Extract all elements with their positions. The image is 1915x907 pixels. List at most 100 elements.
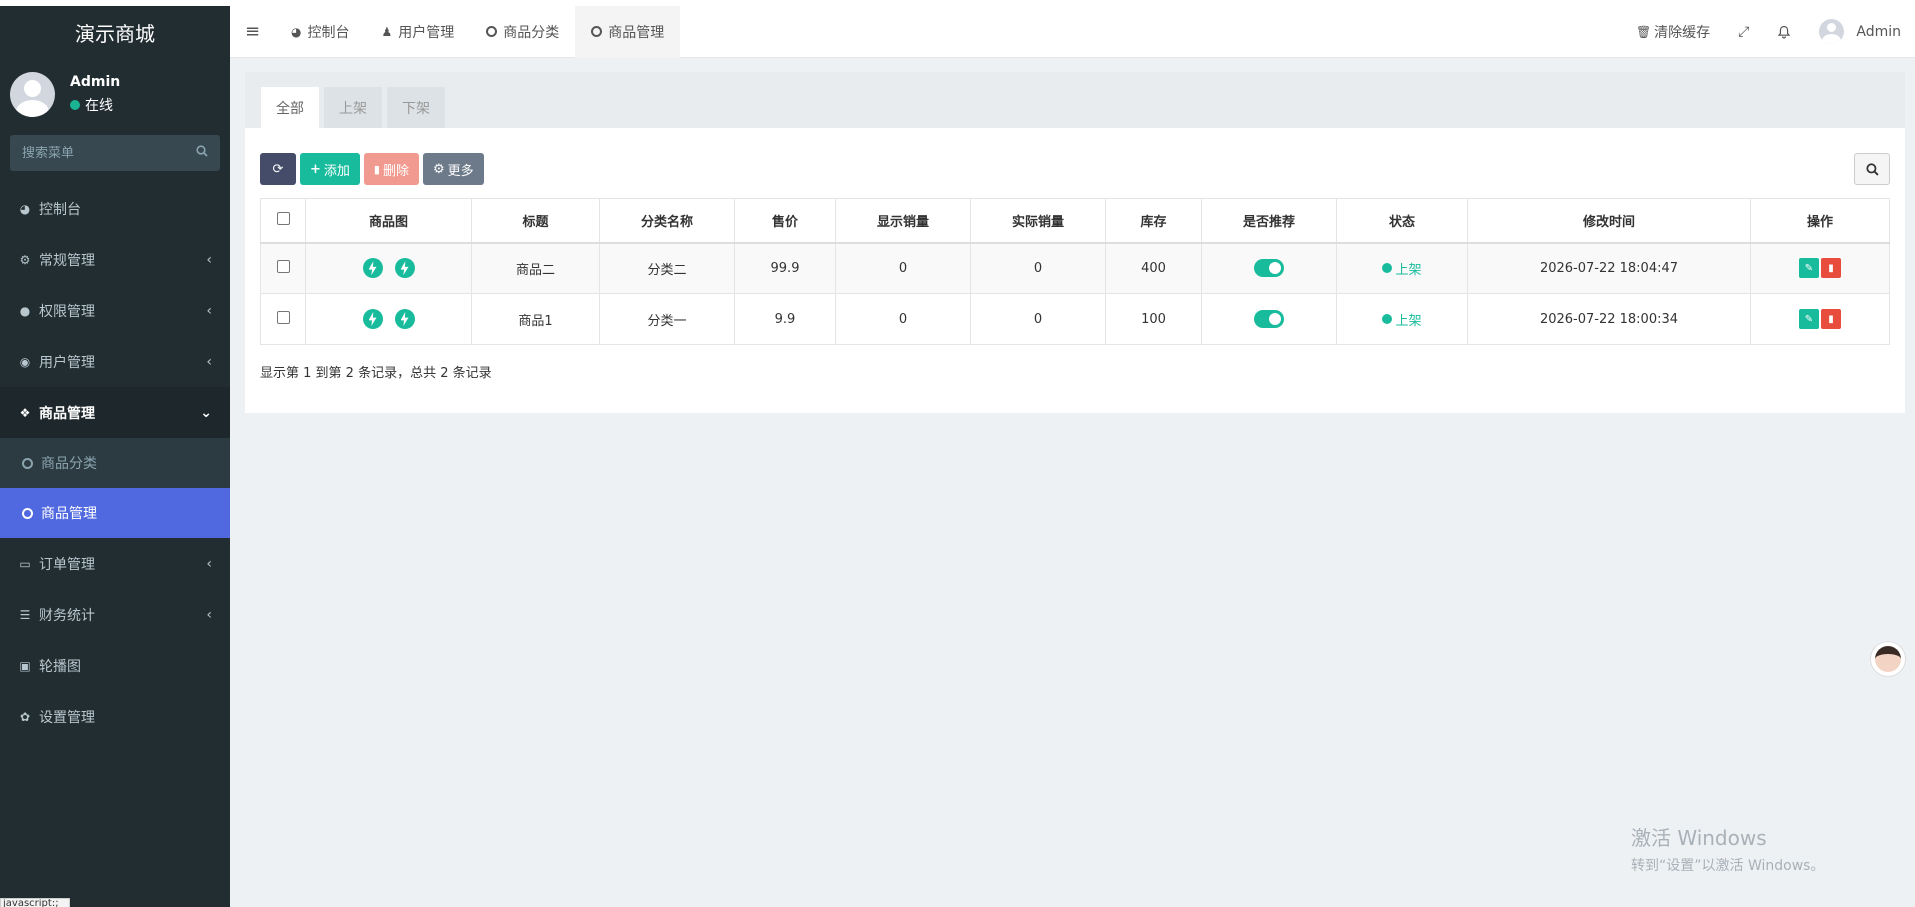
sidebar-item-label: 轮播图 xyxy=(39,658,81,675)
sidebar-item-users[interactable]: ◉ 用户管理 ‹ xyxy=(0,336,230,387)
delete-row-button[interactable]: ▮ xyxy=(1821,309,1841,329)
sidebar-item-label: 财务统计 xyxy=(39,607,95,624)
status-badge: 上架 xyxy=(1382,259,1422,278)
sidebar-item-general[interactable]: ⚙ 常规管理 ‹ xyxy=(0,234,230,285)
column-header[interactable]: 售价 xyxy=(734,198,836,244)
status-bar-link: javascript:; xyxy=(0,898,70,907)
table-row: 商品二 分类二 99.9 0 0 400 上架 2026-07-22 18:04… xyxy=(260,242,1890,294)
sidebar-item-products[interactable]: ❖ 商品管理 ⌄ xyxy=(0,387,230,438)
delete-button[interactable]: ▮ 删除 xyxy=(363,153,419,185)
image-icon: ▣ xyxy=(19,658,31,673)
cogs-icon: ⚙ xyxy=(19,252,31,267)
select-all-checkbox[interactable] xyxy=(276,211,290,225)
search-icon[interactable] xyxy=(196,145,208,161)
recommend-toggle[interactable] xyxy=(1254,259,1284,278)
user-status: 在线 xyxy=(70,95,120,115)
product-image-icon[interactable] xyxy=(394,309,415,329)
row-select-cell xyxy=(260,242,306,294)
column-header[interactable]: 库存 xyxy=(1105,198,1202,244)
recommend-toggle[interactable] xyxy=(1254,310,1284,328)
edit-button[interactable]: ✎ xyxy=(1799,258,1819,279)
clear-cache-button[interactable]: 🗑 清除缓存 xyxy=(1622,22,1724,42)
status-tabs: 全部 上架 下架 xyxy=(245,72,1905,128)
dashboard-icon: ◕ xyxy=(19,201,31,216)
user-circle-icon: ◉ xyxy=(19,354,31,369)
tab-label: 用户管理 xyxy=(398,24,455,41)
product-image-icon[interactable] xyxy=(362,309,383,329)
tab-all[interactable]: 全部 xyxy=(261,87,319,128)
tab-products[interactable]: 商品管理 xyxy=(575,5,681,58)
add-label: 添加 xyxy=(323,163,350,179)
table-toolbar: ⟳ + 添加 ▮ 删除 ⚙ 更多 xyxy=(260,153,1890,185)
column-header[interactable]: 状态 xyxy=(1336,198,1468,244)
refresh-button[interactable]: ⟳ xyxy=(260,153,296,185)
column-header[interactable]: 修改时间 xyxy=(1467,198,1751,244)
category-cell: 分类一 xyxy=(599,293,735,345)
circle-icon xyxy=(591,26,603,37)
sidebar-subitem-label: 商品管理 xyxy=(41,506,97,522)
row-checkbox[interactable] xyxy=(276,259,290,273)
column-header[interactable]: 分类名称 xyxy=(599,198,735,244)
tab-off-shelf[interactable]: 下架 xyxy=(387,87,445,128)
trash-icon: 🗑 xyxy=(1635,24,1652,39)
assistant-face-icon xyxy=(1875,646,1901,672)
products-submenu: 商品分类 商品管理 xyxy=(0,438,230,538)
pagination-info: 显示第 1 到第 2 条记录，总共 2 条记录 xyxy=(260,366,492,381)
sidebar-item-dashboard[interactable]: ◕ 控制台 xyxy=(0,183,230,234)
gear-icon: ✿ xyxy=(19,709,31,724)
app-logo[interactable]: 演示商城 xyxy=(0,6,230,58)
product-image-icon[interactable] xyxy=(394,258,415,279)
sidebar-subitem-products[interactable]: 商品管理 xyxy=(0,488,230,538)
recommend-cell xyxy=(1201,242,1337,294)
search-toggle-button[interactable] xyxy=(1854,153,1890,185)
sidebar-item-finance[interactable]: ☰ 财务统计 ‹ xyxy=(0,589,230,640)
user-menu[interactable]: Admin xyxy=(1805,19,1915,44)
column-header[interactable]: 标题 xyxy=(471,198,600,244)
product-image-icon[interactable] xyxy=(362,258,383,279)
add-button[interactable]: + 添加 xyxy=(300,153,360,185)
column-header[interactable]: 商品图 xyxy=(305,198,472,244)
row-checkbox[interactable] xyxy=(276,310,290,324)
edit-button[interactable]: ✎ xyxy=(1799,309,1819,329)
table-row: 商品1 分类一 9.9 0 0 100 上架 2026-07-22 18:00:… xyxy=(260,293,1890,345)
circle-icon xyxy=(22,457,33,469)
sidebar-subitem-label: 商品分类 xyxy=(41,456,97,472)
sidebar-item-permissions[interactable]: ● 权限管理 ‹ xyxy=(0,285,230,336)
group-icon: ● xyxy=(19,303,31,318)
user-name: Admin xyxy=(70,73,121,90)
sidebar-item-orders[interactable]: ▭ 订单管理 ‹ xyxy=(0,538,230,589)
sidebar-item-settings[interactable]: ✿ 设置管理 xyxy=(0,691,230,742)
tab-users[interactable]: ♟ 用户管理 xyxy=(365,6,470,58)
sidebar-item-label: 常规管理 xyxy=(39,252,95,269)
sidebar-subitem-categories[interactable]: 商品分类 xyxy=(0,438,230,488)
cubes-icon: ❖ xyxy=(19,405,31,420)
title-cell: 商品二 xyxy=(471,242,600,294)
category-cell: 分类二 xyxy=(599,242,735,294)
avatar xyxy=(10,71,55,117)
user-icon: ♟ xyxy=(381,24,393,39)
assistant-avatar-button[interactable] xyxy=(1870,641,1906,677)
tab-dashboard[interactable]: ◕ 控制台 xyxy=(275,6,365,58)
tab-on-shelf[interactable]: 上架 xyxy=(324,87,382,128)
fullscreen-icon[interactable]: ⤢ xyxy=(1724,24,1763,40)
menu-toggle-icon[interactable]: ≡ xyxy=(230,21,275,42)
delete-row-button[interactable]: ▮ xyxy=(1821,258,1841,279)
modified-cell: 2026-07-22 18:00:34 xyxy=(1467,293,1751,345)
sidebar-item-label: 设置管理 xyxy=(39,709,95,726)
bell-icon[interactable] xyxy=(1763,25,1805,39)
column-header[interactable]: 显示销量 xyxy=(835,198,971,244)
column-header[interactable]: 是否推荐 xyxy=(1201,198,1337,244)
sidebar-item-carousel[interactable]: ▣ 轮播图 xyxy=(0,640,230,691)
sidebar-item-label: 控制台 xyxy=(39,201,81,218)
menu-search-input[interactable] xyxy=(22,145,172,161)
tab-categories[interactable]: 商品分类 xyxy=(470,6,575,58)
chevron-left-icon: ‹ xyxy=(206,302,212,319)
plus-icon: + xyxy=(310,161,321,177)
more-button[interactable]: ⚙ 更多 xyxy=(423,153,484,185)
watermark-title: 激活 Windows xyxy=(1631,826,1767,850)
product-table: 商品图 标题 分类名称 售价 显示销量 实际销量 库存 是否推荐 状态 修改时间… xyxy=(260,198,1890,345)
status-dot-icon xyxy=(1382,263,1393,274)
column-header[interactable]: 实际销量 xyxy=(970,198,1106,244)
online-dot-icon xyxy=(70,99,80,110)
chevron-down-icon: ⌄ xyxy=(200,404,212,421)
